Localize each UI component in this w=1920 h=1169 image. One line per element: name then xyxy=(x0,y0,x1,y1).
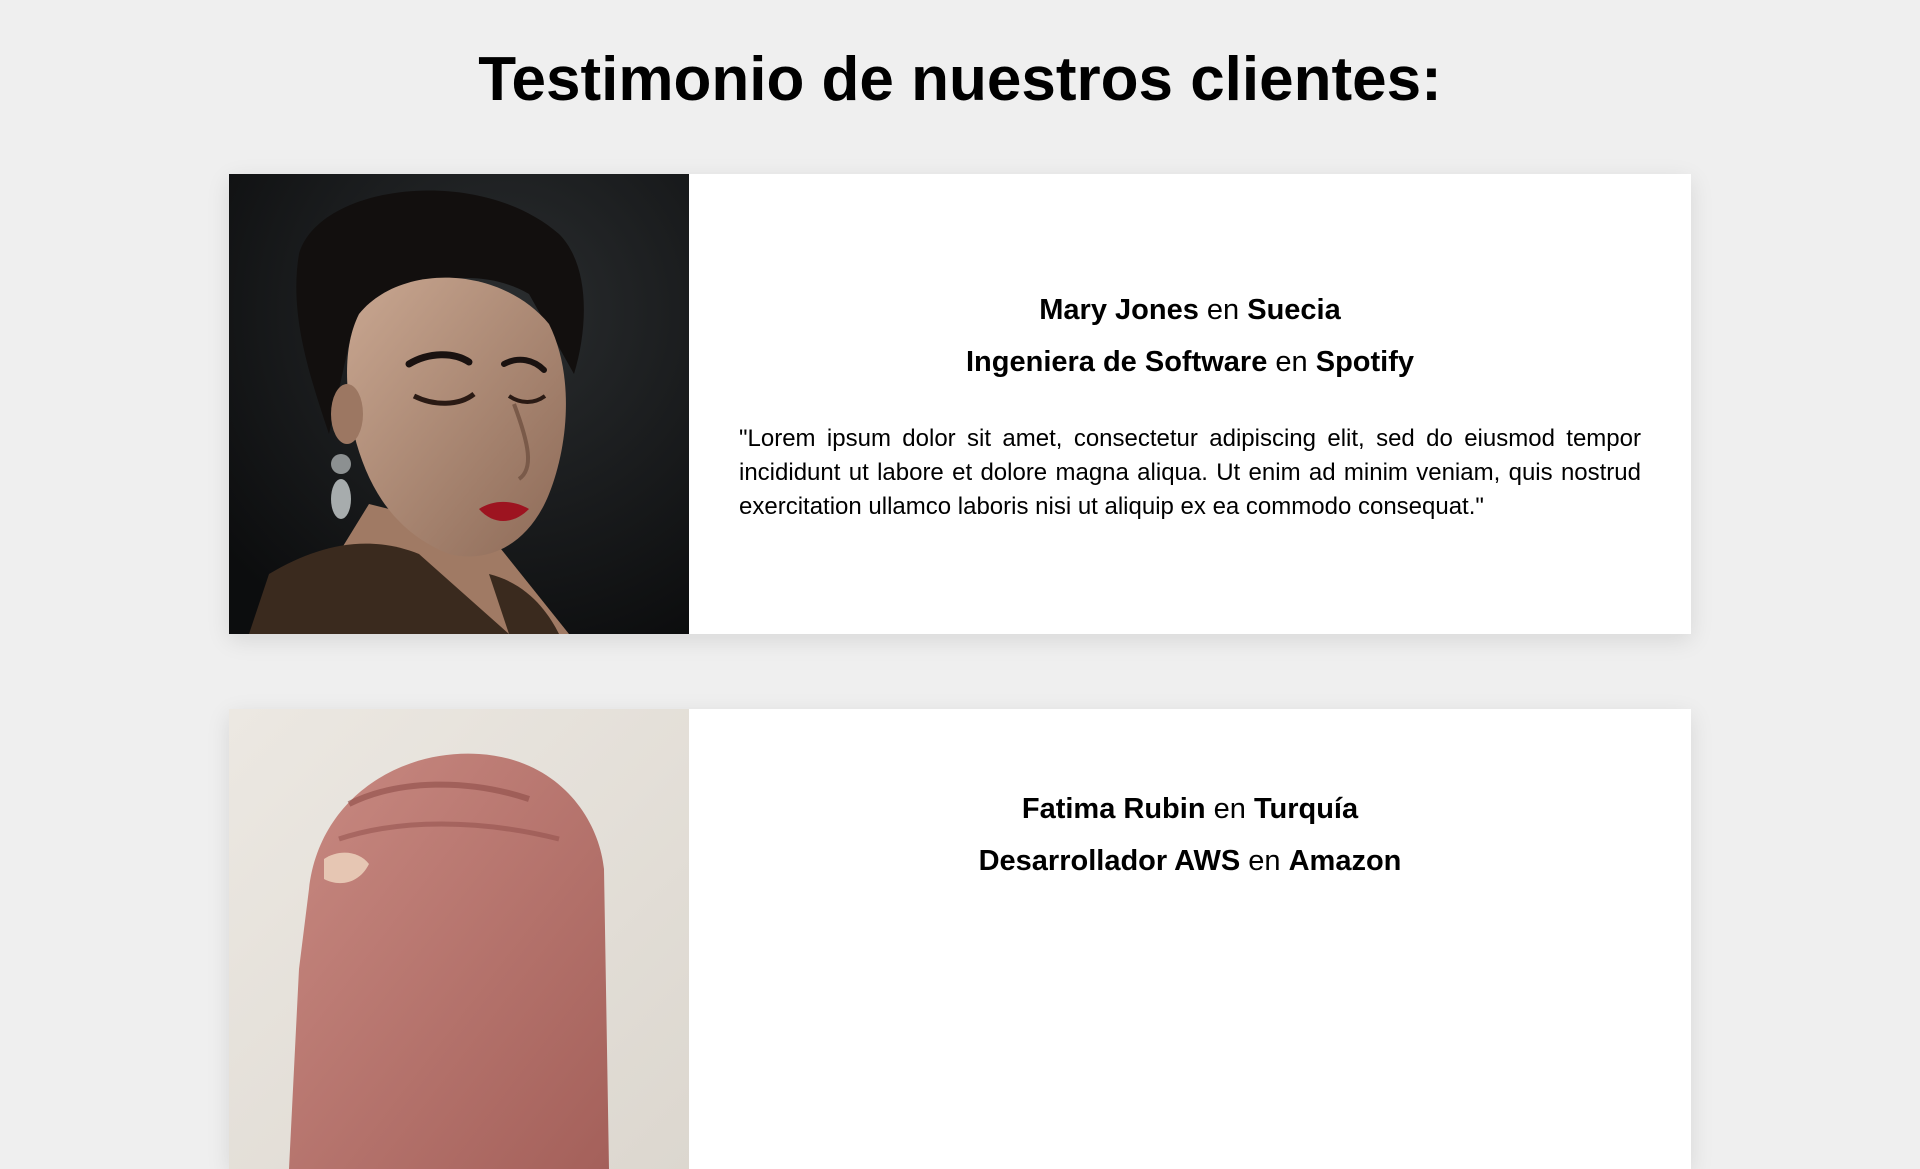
client-name-line: Mary Jones en Suecia xyxy=(739,284,1641,336)
connector-text: en xyxy=(1206,294,1240,326)
testimonial-content: Fatima Rubin en Turquía Desarrollador AW… xyxy=(689,709,1691,1169)
client-location: Turquía xyxy=(1253,793,1359,825)
client-name: Mary Jones xyxy=(1039,294,1199,326)
client-company: Amazon xyxy=(1288,845,1402,877)
client-role: Ingeniera de Software xyxy=(965,346,1268,378)
client-photo xyxy=(229,709,689,1169)
testimonial-card: Fatima Rubin en Turquía Desarrollador AW… xyxy=(229,709,1691,1169)
connector-text: en xyxy=(1213,793,1246,825)
testimonial-content: Mary Jones en Suecia Ingeniera de Softwa… xyxy=(689,174,1691,634)
testimonial-quote: "Lorem ipsum dolor sit amet, consectetur… xyxy=(739,425,1641,520)
testimonial-card: Mary Jones en Suecia Ingeniera de Softwa… xyxy=(229,174,1691,634)
client-name-line: Fatima Rubin en Turquía xyxy=(739,783,1641,835)
client-company: Spotify xyxy=(1315,346,1415,378)
connector-text: en xyxy=(1248,845,1281,877)
client-name: Fatima Rubin xyxy=(1021,793,1206,825)
client-location: Suecia xyxy=(1247,294,1341,326)
connector-text: en xyxy=(1275,346,1308,378)
client-role: Desarrollador AWS xyxy=(978,845,1241,877)
client-role-line: Desarrollador AWS en Amazon xyxy=(739,835,1641,887)
page-title: Testimonio de nuestros clientes: xyxy=(478,45,1442,114)
client-role-line: Ingeniera de Software en Spotify xyxy=(739,336,1641,388)
client-photo xyxy=(229,174,689,634)
